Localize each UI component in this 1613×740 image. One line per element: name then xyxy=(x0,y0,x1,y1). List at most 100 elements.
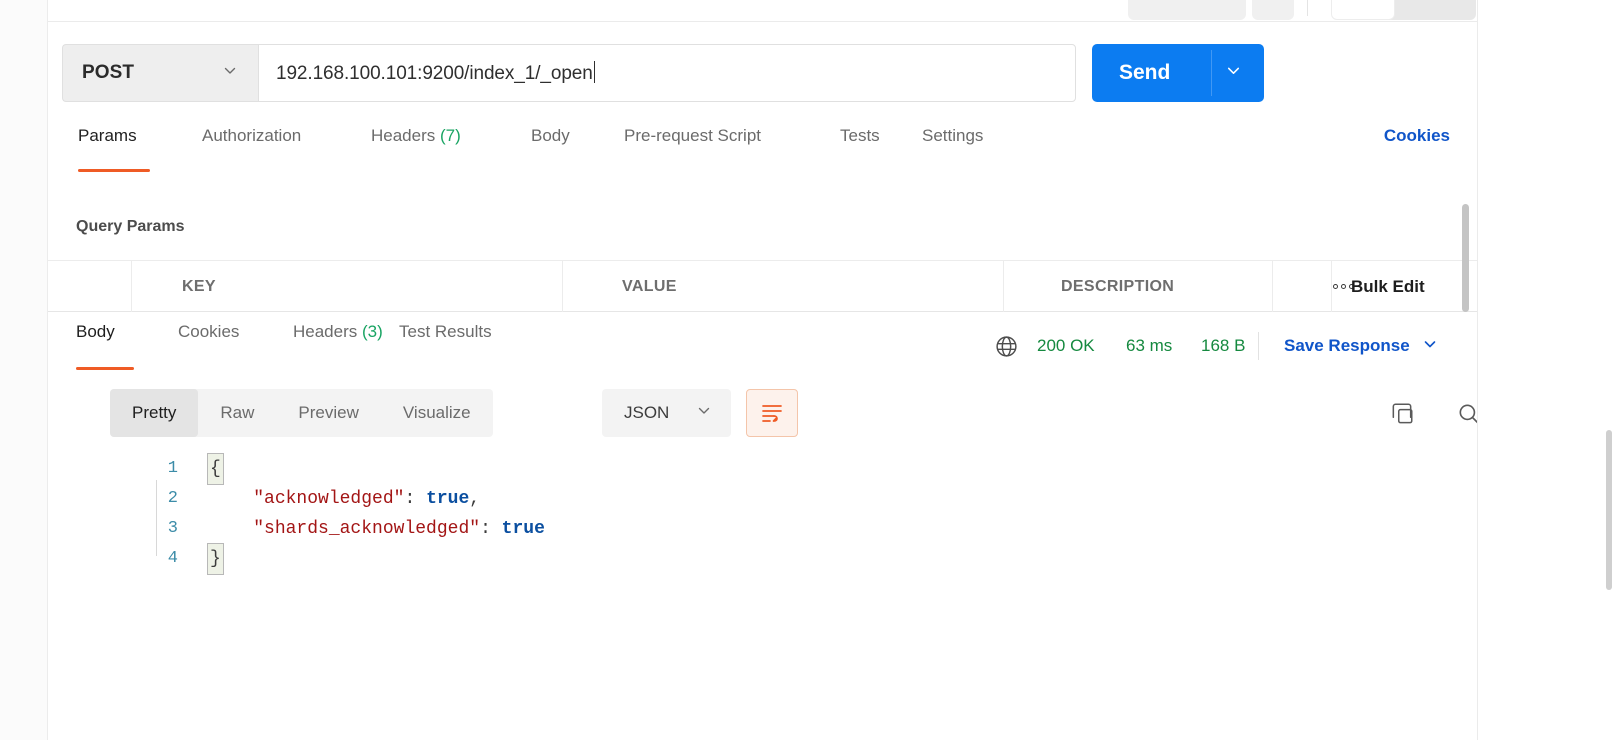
column-header-key: KEY xyxy=(182,277,216,295)
send-button[interactable]: Send xyxy=(1092,44,1264,102)
response-body-code[interactable]: 1 { 2 "acknowledged": true, 3 "shards_ac… xyxy=(110,453,1460,740)
text-cursor xyxy=(593,61,595,83)
request-response-pane: POST 192.168.100.101:9200/index_1/_open … xyxy=(48,22,1499,740)
top-chrome-sliver xyxy=(0,0,1613,22)
code-line-text: { xyxy=(207,453,224,485)
response-format-selector[interactable]: JSON xyxy=(602,389,731,437)
json-value: true xyxy=(426,489,470,509)
copy-icon[interactable] xyxy=(1382,394,1422,434)
tab-label: Tests xyxy=(840,126,880,145)
response-size: 168 B xyxy=(1201,336,1246,355)
tab-label: Headers xyxy=(371,126,436,145)
view-mode-raw[interactable]: Raw xyxy=(198,389,276,437)
window-scrollbar-thumb[interactable] xyxy=(1606,430,1612,590)
json-comma: , xyxy=(469,489,481,509)
column-divider xyxy=(562,261,563,312)
json-colon: : xyxy=(404,489,427,509)
view-mode-pretty[interactable]: Pretty xyxy=(110,389,199,437)
response-tab-body[interactable]: Body xyxy=(76,322,134,370)
query-params-title: Query Params xyxy=(76,218,185,235)
json-key: "acknowledged" xyxy=(253,489,405,509)
tab-body[interactable]: Body xyxy=(531,126,570,172)
tab-label: Params xyxy=(78,126,137,145)
column-header-value: VALUE xyxy=(622,277,677,295)
column-divider xyxy=(131,261,132,312)
tab-label: Body xyxy=(531,126,570,145)
code-line-text: "acknowledged": true, xyxy=(210,484,480,514)
chevron-down-icon[interactable] xyxy=(1224,61,1243,85)
response-tab-headers[interactable]: Headers (3) xyxy=(293,322,383,370)
column-divider xyxy=(1331,261,1332,312)
line-number: 4 xyxy=(167,549,178,568)
column-divider xyxy=(1272,261,1273,312)
json-colon: : xyxy=(480,519,502,539)
chevron-down-icon xyxy=(221,62,239,85)
column-header-description: DESCRIPTION xyxy=(1061,277,1175,295)
cookies-link[interactable]: Cookies xyxy=(1384,126,1450,146)
tab-label: Body xyxy=(76,322,115,341)
params-scrollbar-thumb[interactable] xyxy=(1462,204,1469,312)
open-brace: { xyxy=(207,453,224,485)
tab-label: Pre-request Script xyxy=(624,126,761,145)
send-button-label: Send xyxy=(1119,61,1171,84)
save-response-button[interactable]: Save Response xyxy=(1284,322,1439,370)
tab-label: Test Results xyxy=(399,322,492,341)
code-line-text: "shards_acknowledged": true xyxy=(210,514,545,544)
response-tab-cookies[interactable]: Cookies xyxy=(178,322,239,370)
request-tabs: Params Authorization Headers (7) Body Pr… xyxy=(62,126,1462,172)
response-view-mode-switch: Pretty Raw Preview Visualize xyxy=(110,389,493,437)
json-key: "shards_acknowledged" xyxy=(253,519,481,539)
bulk-edit-button[interactable]: Bulk Edit xyxy=(1351,261,1425,312)
code-line: 3 "shards_acknowledged": true xyxy=(110,514,1460,544)
tab-label: Cookies xyxy=(178,322,240,341)
column-divider xyxy=(1003,261,1004,312)
tab-authorization[interactable]: Authorization xyxy=(202,126,301,172)
active-tab-underline xyxy=(76,367,134,370)
left-rail xyxy=(0,22,48,740)
tab-tests[interactable]: Tests xyxy=(840,126,880,172)
http-method-label: POST xyxy=(82,62,135,83)
json-value: true xyxy=(501,519,545,539)
line-number: 2 xyxy=(167,489,178,508)
tab-settings[interactable]: Settings xyxy=(922,126,983,172)
tab-params[interactable]: Params xyxy=(78,126,150,172)
save-response-label: Save Response xyxy=(1284,336,1410,355)
query-params-table-header: KEY VALUE DESCRIPTION Bulk Edit xyxy=(48,260,1477,312)
meta-divider xyxy=(1258,332,1259,360)
left-rail-top xyxy=(0,0,48,22)
code-line: 1 { xyxy=(110,453,1460,485)
top-chip-b[interactable] xyxy=(1252,0,1294,20)
close-brace: } xyxy=(207,543,224,575)
line-number: 1 xyxy=(167,459,178,478)
tab-count: (3) xyxy=(362,322,383,341)
line-number: 3 xyxy=(167,519,178,538)
response-format-label: JSON xyxy=(624,403,670,422)
tab-label: Headers xyxy=(293,322,358,341)
tab-count: (7) xyxy=(440,126,461,145)
send-button-divider xyxy=(1211,50,1212,96)
response-tabs: Body Cookies Headers (3) Test Results 20… xyxy=(62,322,1462,370)
tab-pre-request-script[interactable]: Pre-request Script xyxy=(624,126,761,172)
request-url-input[interactable]: 192.168.100.101:9200/index_1/_open xyxy=(258,44,1076,102)
top-chip-d[interactable] xyxy=(1331,0,1395,20)
active-tab-underline xyxy=(78,169,150,172)
code-line-text: } xyxy=(207,543,224,575)
response-time: 63 ms xyxy=(1126,336,1173,355)
code-line: 2 "acknowledged": true, xyxy=(110,484,1460,514)
tab-label: Authorization xyxy=(202,126,302,145)
tab-headers[interactable]: Headers (7) xyxy=(371,126,461,172)
word-wrap-icon[interactable] xyxy=(746,389,798,437)
top-chip-a[interactable] xyxy=(1128,0,1246,20)
right-rail xyxy=(1477,0,1613,740)
code-line: 4 } xyxy=(110,543,1460,575)
request-url-row: POST 192.168.100.101:9200/index_1/_open … xyxy=(62,44,1462,102)
top-divider xyxy=(1307,0,1308,16)
request-url-value: 192.168.100.101:9200/index_1/_open xyxy=(276,61,595,84)
response-status: 200 OK xyxy=(1037,336,1095,355)
view-mode-preview[interactable]: Preview xyxy=(276,389,380,437)
tab-label: Settings xyxy=(922,126,984,145)
view-mode-visualize[interactable]: Visualize xyxy=(381,389,493,437)
http-method-selector[interactable]: POST xyxy=(62,44,258,102)
response-tab-test-results[interactable]: Test Results xyxy=(399,322,492,370)
chevron-down-icon xyxy=(1421,335,1439,358)
